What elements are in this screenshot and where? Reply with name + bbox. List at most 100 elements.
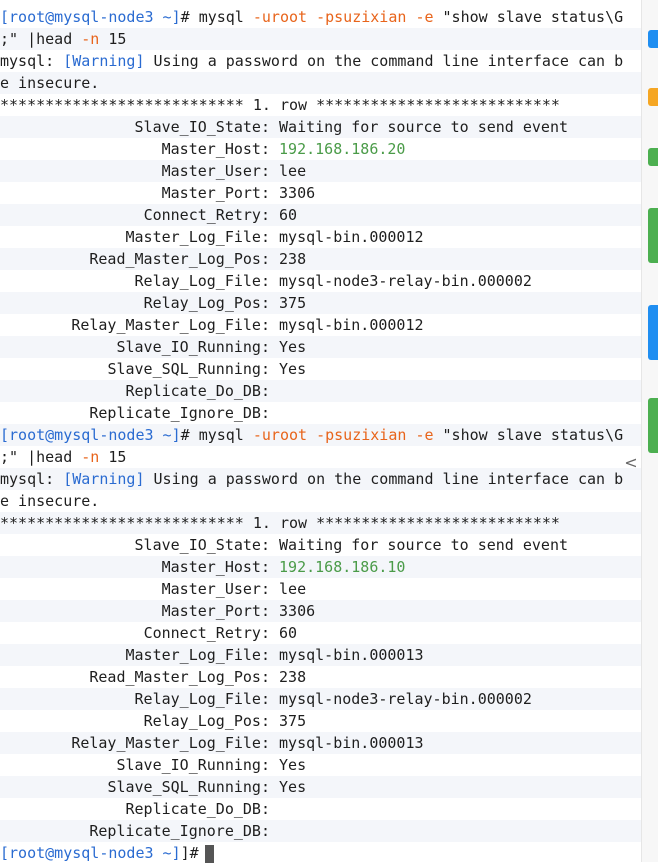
status-field-row: Connect_Retry: 60	[0, 204, 642, 226]
blue-tab-icon[interactable]	[648, 30, 658, 48]
option-user: -uroot	[252, 426, 308, 444]
green-tab-icon[interactable]	[648, 148, 658, 166]
field-key: Slave_IO_State:	[134, 536, 270, 554]
warning-line: mysql: [Warning] Using a password on the…	[0, 468, 642, 490]
field-key: Master_Host:	[161, 140, 270, 158]
field-value: 192.168.186.10	[279, 558, 406, 576]
field-key: Slave_IO_Running:	[116, 756, 270, 774]
terminal-cursor[interactable]	[204, 844, 214, 863]
query-text: "show slave status\G	[442, 8, 624, 26]
status-field-row: Slave_IO_Running: Yes	[0, 336, 642, 358]
prompt-bracket-open: [	[0, 426, 10, 444]
field-key: Connect_Retry:	[143, 624, 270, 642]
status-field-row: Replicate_Ignore_DB:	[0, 402, 642, 424]
row-header: *************************** 1. row *****…	[0, 512, 642, 534]
status-field-row: Slave_SQL_Running: Yes	[0, 776, 642, 798]
status-field-row: Replicate_Ignore_DB:	[0, 820, 642, 842]
option-user: -uroot	[252, 8, 308, 26]
field-value: Yes	[279, 778, 307, 796]
status-field-row: Master_Host: 192.168.186.20	[0, 138, 642, 160]
field-value: 3306	[279, 184, 316, 202]
head-count: 15	[108, 448, 127, 466]
command-line-wrap: ;" |head -n 15	[0, 446, 642, 468]
status-field-row: Connect_Retry: 60	[0, 622, 642, 644]
prompt-symbol: #	[180, 8, 199, 26]
field-key: Replicate_Ignore_DB:	[89, 822, 270, 840]
field-key: Slave_SQL_Running:	[107, 778, 270, 796]
field-value: Yes	[279, 360, 307, 378]
field-value: Waiting for source to send event	[279, 118, 569, 136]
command-name: mysql	[198, 8, 244, 26]
warning-tag: [Warning]	[63, 470, 145, 488]
field-value: mysql-node3-relay-bin.000002	[279, 272, 532, 290]
field-value: 375	[279, 294, 307, 312]
field-key: Relay_Log_Pos:	[143, 294, 270, 312]
status-field-row: Slave_SQL_Running: Yes	[0, 358, 642, 380]
row-header-text: *************************** 1. row *****…	[0, 96, 560, 114]
field-key: Slave_SQL_Running:	[107, 360, 270, 378]
field-key: Read_Master_Log_Pos:	[89, 250, 270, 268]
row-header-text: *************************** 1. row *****…	[0, 514, 560, 532]
field-key: Relay_Log_File:	[134, 690, 270, 708]
green-tab-icon[interactable]	[648, 208, 658, 263]
field-value: 60	[279, 624, 298, 642]
field-key: Master_Port:	[161, 602, 270, 620]
prompt-user-host: root@mysql-node3 ~	[9, 844, 172, 862]
status-field-row: Read_Master_Log_Pos: 238	[0, 666, 642, 688]
warning-tag: [Warning]	[63, 52, 145, 70]
prompt-bracket-open: [	[0, 8, 10, 26]
field-key: Master_User:	[161, 580, 270, 598]
field-key: Read_Master_Log_Pos:	[89, 668, 270, 686]
prompt-bracket-close: ]	[171, 844, 181, 862]
field-value: mysql-node3-relay-bin.000002	[279, 690, 532, 708]
status-field-row: Master_User: lee	[0, 160, 642, 182]
warning-text-cont: e insecure.	[0, 74, 100, 92]
option-n: -n	[81, 30, 100, 48]
status-field-row: Relay_Log_File: mysql-node3-relay-bin.00…	[0, 688, 642, 710]
right-sidebar	[641, 0, 658, 862]
prompt-symbol: ]#	[180, 844, 199, 862]
field-value: lee	[279, 162, 307, 180]
option-password: -psuzixian	[316, 8, 407, 26]
command-name: mysql	[198, 426, 244, 444]
field-value: mysql-bin.000012	[279, 228, 424, 246]
blue-tab-icon[interactable]	[648, 305, 658, 360]
prompt-bracket-close: ]	[171, 426, 181, 444]
command-line-wrap: ;" |head -n 15	[0, 28, 642, 50]
warning-text-cont: e insecure.	[0, 492, 100, 510]
warning-line: mysql: [Warning] Using a password on the…	[0, 50, 642, 72]
warning-text: Using a password on the command line int…	[144, 52, 624, 70]
green-tab-icon[interactable]	[648, 398, 658, 453]
status-field-row: Replicate_Do_DB:	[0, 380, 642, 402]
field-key: Relay_Log_File:	[134, 272, 270, 290]
chevron-left-icon[interactable]: <	[624, 454, 638, 472]
status-field-row: Slave_IO_State: Waiting for source to se…	[0, 534, 642, 556]
field-key: Slave_IO_State:	[134, 118, 270, 136]
orange-tab-icon[interactable]	[648, 88, 658, 106]
terminal-output[interactable]: [root@mysql-node3 ~]# mysql -uroot -psuz…	[0, 6, 642, 864]
status-field-row: Relay_Master_Log_File: mysql-bin.000012	[0, 314, 642, 336]
prompt-symbol: #	[180, 426, 199, 444]
warning-prefix: mysql:	[0, 52, 64, 70]
